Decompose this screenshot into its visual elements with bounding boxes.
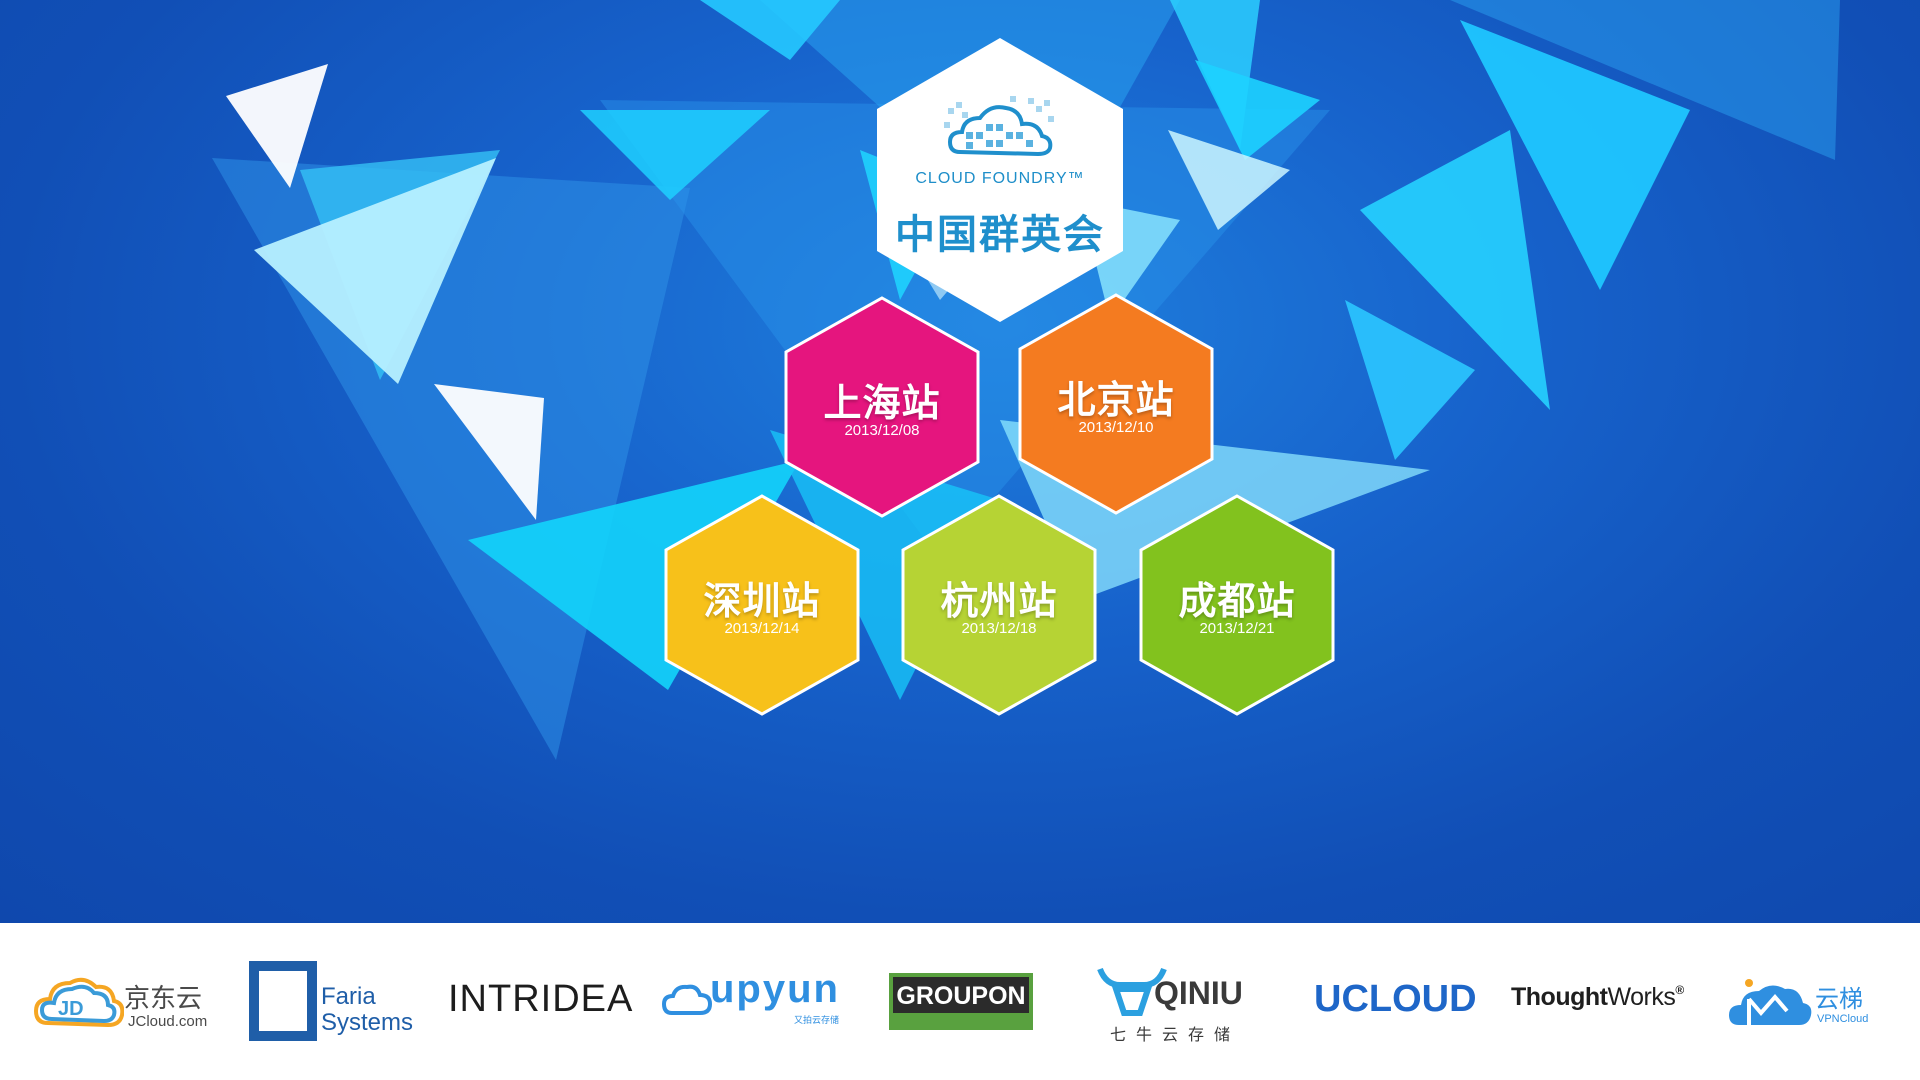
sponsor-bar: JD 京东云 JCloud.com Faria Systems INTRIDEA… — [0, 923, 1920, 1080]
sponsor-intridea[interactable]: INTRIDEA — [448, 923, 638, 1080]
station-hex-shanghai[interactable]: 上海站 2013/12/08 — [784, 296, 980, 518]
yunti-sub: VPNCloud — [1817, 1013, 1869, 1025]
station-hex-hangzhou[interactable]: 杭州站 2013/12/18 — [901, 494, 1097, 716]
upyun-name: upyun — [710, 967, 840, 1011]
jd-cloud-logo-icon: JD — [34, 977, 124, 1028]
groupon-badge: GROUPON — [889, 973, 1033, 1030]
upyun-cloud-icon — [662, 984, 712, 1015]
groupon-badge-inner: GROUPON — [893, 977, 1029, 1013]
station-date: 2013/12/08 — [844, 422, 920, 439]
cloud-foundry-cloud-icon — [944, 96, 1054, 157]
qiniu-sub: 七牛云存储 — [1110, 1025, 1241, 1044]
thoughtworks-name: ThoughtWorks® — [1511, 983, 1684, 1012]
svg-text:JD: JD — [58, 998, 84, 1020]
thoughtworks-bold: Thought — [1511, 983, 1608, 1011]
event-title: 中国群英会 — [895, 211, 1105, 258]
yunti-cloud-icon — [1729, 979, 1812, 1025]
station-city: 杭州站 — [940, 579, 1058, 623]
yunti-name: 云梯 — [1815, 985, 1863, 1013]
faria-line2: Systems — [321, 1009, 414, 1036]
station-date: 2013/12/14 — [724, 620, 800, 637]
ucloud-name: UCLOUD — [1314, 978, 1477, 1020]
station-date: 2013/12/21 — [1199, 620, 1275, 637]
sponsor-groupon[interactable]: GROUPON — [889, 923, 1033, 1080]
faria-square-logo-icon — [249, 961, 317, 1041]
cloud-foundry-brand: CLOUD FOUNDRY™ — [915, 170, 1085, 187]
sponsor-jdcloud[interactable]: JD 京东云 JCloud.com — [34, 923, 224, 1080]
intridea-name: INTRIDEA — [448, 978, 634, 1020]
station-hex-shenzhen[interactable]: 深圳站 2013/12/14 — [664, 494, 860, 716]
hero-background: CLOUD FOUNDRY™ 中国群英会 上海站 2013/12/08 北京站 … — [0, 0, 1920, 923]
slide: CLOUD FOUNDRY™ 中国群英会 上海站 2013/12/08 北京站 … — [0, 0, 1920, 1080]
station-date: 2013/12/10 — [1078, 419, 1154, 436]
thoughtworks-mark: ® — [1675, 983, 1684, 997]
sponsor-yunti[interactable]: 云梯 VPNCloud — [1727, 923, 1887, 1080]
cloud-foundry-logo-hex: CLOUD FOUNDRY™ 中国群英会 — [875, 36, 1125, 324]
upyun-sub: 又拍云存储 — [794, 1016, 840, 1026]
sponsor-ucloud[interactable]: UCLOUD — [1314, 923, 1477, 1080]
station-date: 2013/12/18 — [961, 620, 1037, 637]
station-hex-chengdu[interactable]: 成都站 2013/12/21 — [1139, 494, 1335, 716]
station-city: 上海站 — [823, 381, 941, 425]
station-city: 成都站 — [1178, 579, 1296, 623]
sponsor-thoughtworks[interactable]: ThoughtWorks® — [1511, 923, 1684, 1080]
jd-sub: JCloud.com — [128, 1013, 208, 1030]
faria-line1: Faria — [321, 983, 376, 1010]
thoughtworks-light: Works — [1607, 983, 1676, 1011]
sponsor-upyun[interactable]: upyun 又拍云存储 — [662, 923, 852, 1080]
station-city: 北京站 — [1057, 378, 1175, 422]
groupon-name: GROUPON — [896, 982, 1026, 1010]
qiniu-name: QINIU — [1154, 975, 1243, 1011]
station-city: 深圳站 — [703, 579, 821, 623]
sponsor-qiniu[interactable]: QINIU 七牛云存储 — [1096, 923, 1256, 1080]
station-hex-beijing[interactable]: 北京站 2013/12/10 — [1018, 293, 1214, 515]
sponsor-faria[interactable]: Faria Systems — [249, 923, 424, 1080]
jd-name: 京东云 — [124, 984, 203, 1014]
